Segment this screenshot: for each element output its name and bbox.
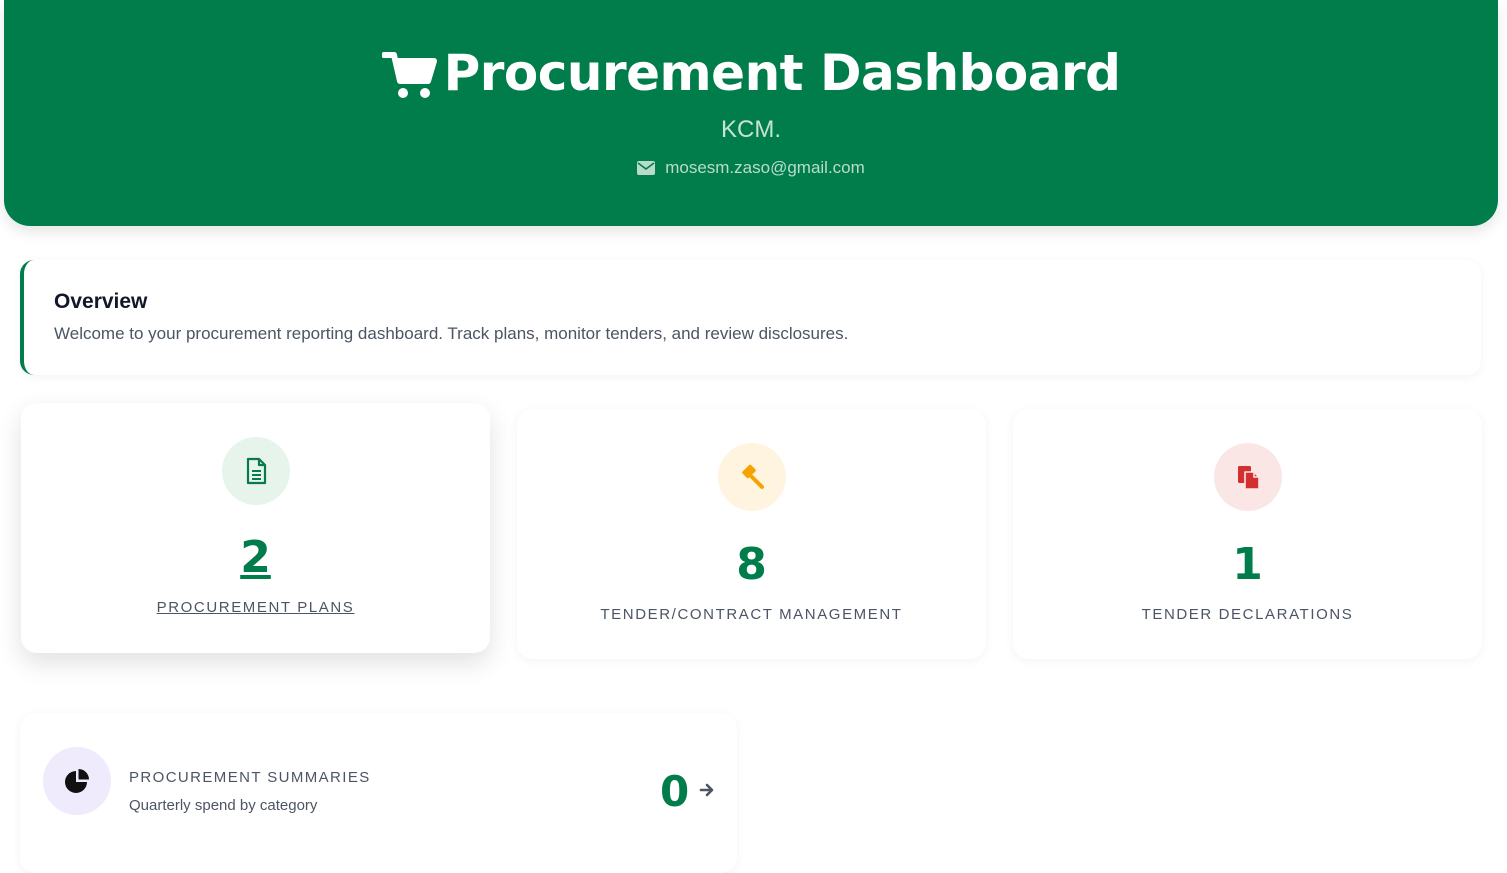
document-icon xyxy=(246,457,266,485)
envelope-icon xyxy=(637,161,656,175)
pie-chart-icon-circle xyxy=(43,747,111,815)
copy-documents-icon-circle xyxy=(1213,443,1282,511)
shopping-cart-icon xyxy=(381,52,437,98)
procurement-plans-count[interactable]: 2 xyxy=(21,533,490,583)
arrow-right-icon[interactable] xyxy=(699,782,715,798)
tender-declarations-count[interactable]: 1 xyxy=(1013,540,1482,590)
copy-documents-icon xyxy=(1237,466,1260,490)
tender-contract-count[interactable]: 8 xyxy=(517,540,986,590)
header-title-row: Procurement Dashboard xyxy=(4,42,1498,104)
overview-title: Overview xyxy=(54,290,148,313)
gavel-icon xyxy=(741,464,764,489)
email-row: mosesm.zaso@gmail.com xyxy=(4,156,1498,180)
tender-declarations-card[interactable]: 1 TENDER DECLARATIONS xyxy=(1013,409,1482,659)
gavel-icon-circle xyxy=(717,443,786,511)
organization-name: KCM. xyxy=(721,116,781,143)
procurement-plans-card[interactable]: 2 PROCUREMENT PLANS xyxy=(21,403,490,653)
procurement-summaries-count[interactable]: 0 xyxy=(660,767,689,817)
page-title: Procurement Dashboard xyxy=(443,44,1121,102)
pie-chart-icon xyxy=(65,769,89,793)
procurement-summaries-card[interactable]: PROCUREMENT SUMMARIES Quarterly spend by… xyxy=(20,713,737,873)
tender-declarations-label[interactable]: TENDER DECLARATIONS xyxy=(1013,605,1482,625)
procurement-summaries-subtitle: Quarterly spend by category xyxy=(129,797,318,814)
overview-panel: Overview Welcome to your procurement rep… xyxy=(20,260,1481,375)
user-email: mosesm.zaso@gmail.com xyxy=(665,158,865,177)
tender-contract-management-card[interactable]: 8 TENDER/CONTRACT MANAGEMENT xyxy=(517,409,986,659)
tender-contract-label[interactable]: TENDER/CONTRACT MANAGEMENT xyxy=(517,605,986,625)
document-icon-circle xyxy=(221,437,290,505)
procurement-summaries-title: PROCUREMENT SUMMARIES xyxy=(129,769,371,786)
overview-description: Welcome to your procurement reporting da… xyxy=(54,324,849,343)
procurement-plans-label[interactable]: PROCUREMENT PLANS xyxy=(21,598,490,618)
dashboard-header: Procurement Dashboard KCM. mosesm.zaso@g… xyxy=(4,0,1498,226)
